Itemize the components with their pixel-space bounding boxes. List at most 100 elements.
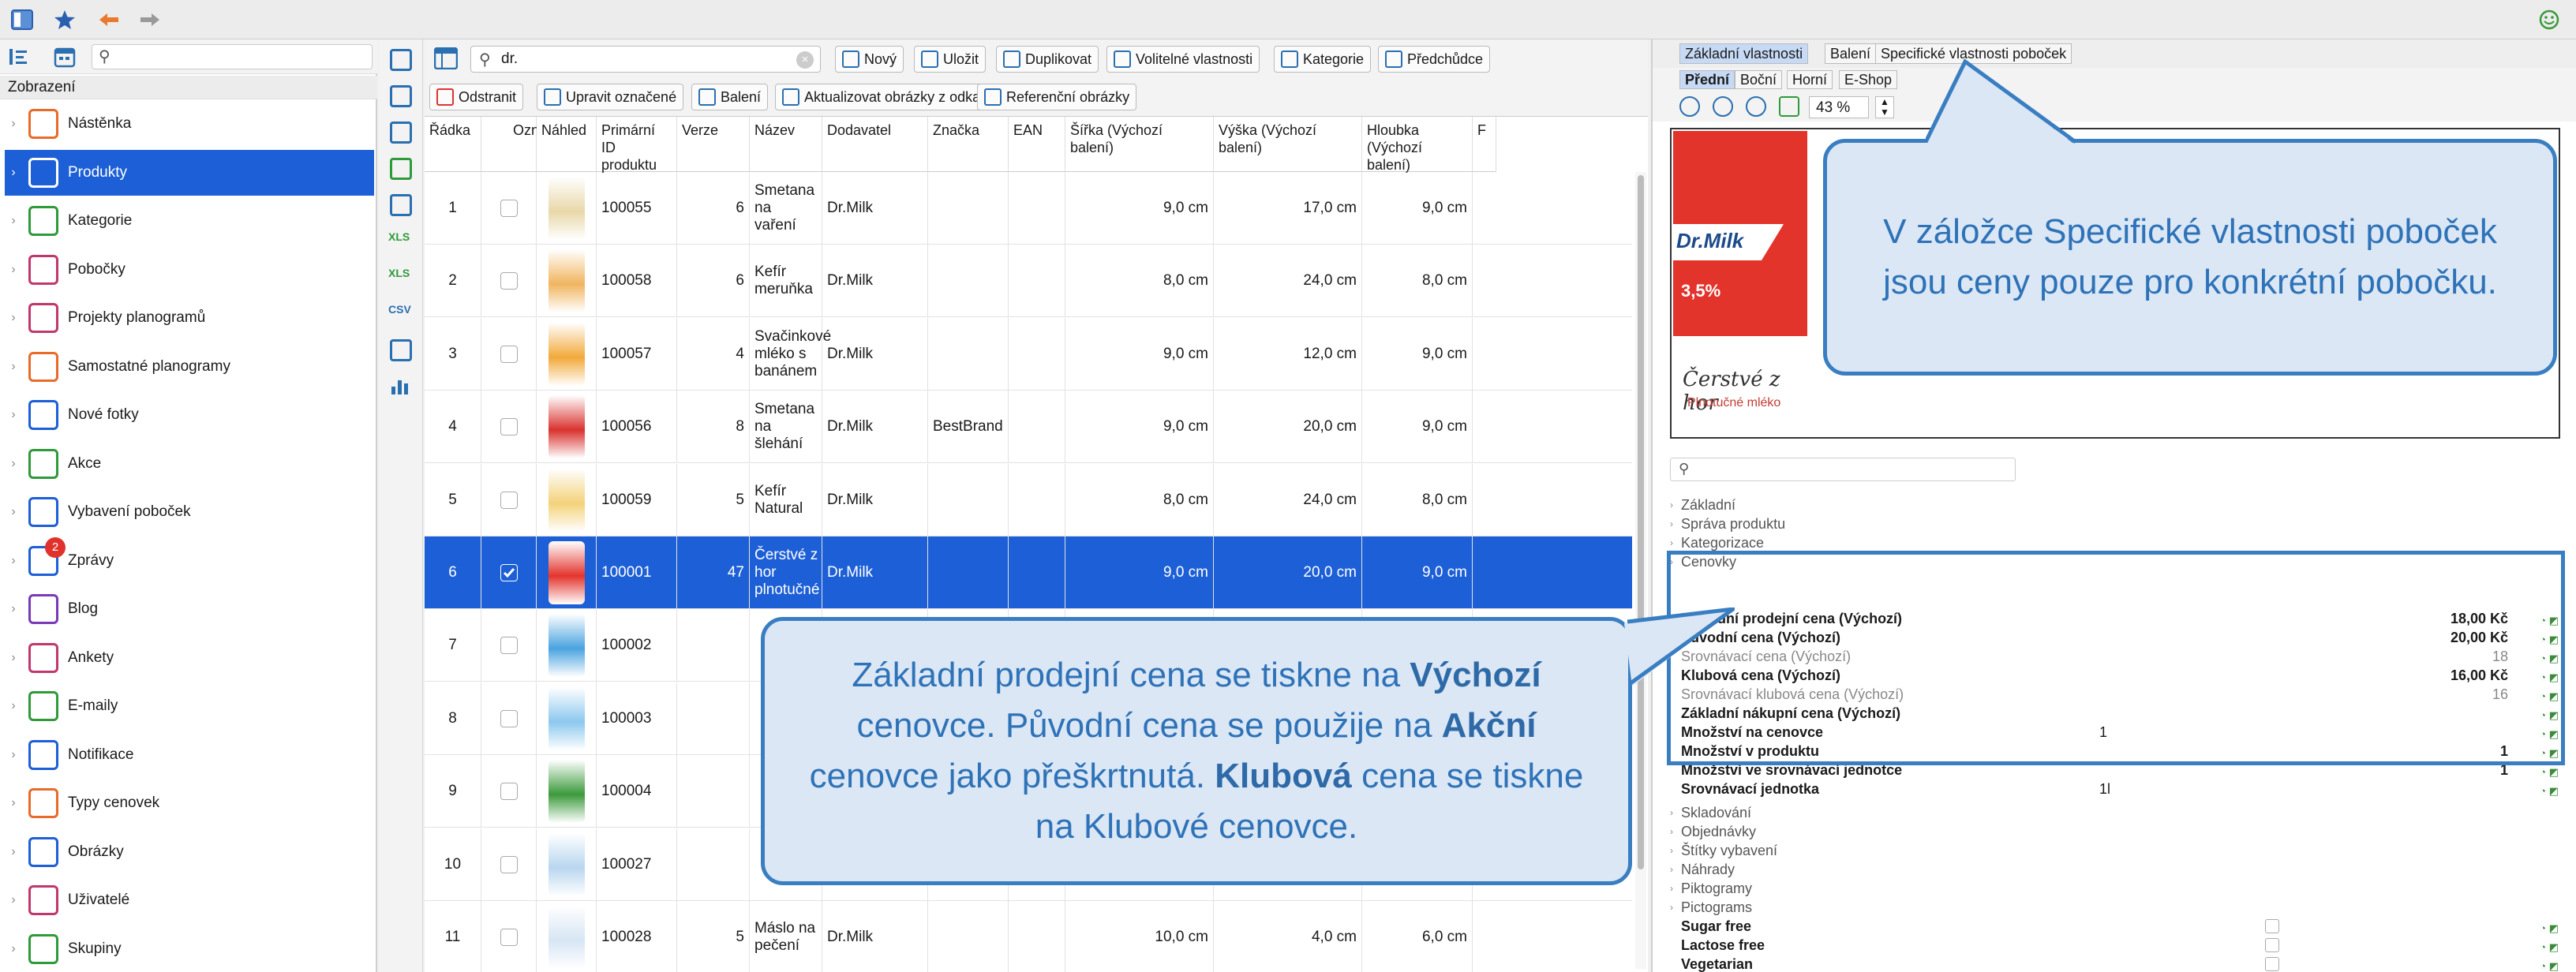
expand-arrow-icon[interactable]: › <box>5 699 22 713</box>
row-checkbox[interactable] <box>500 929 518 946</box>
pictogram-row[interactable]: Vegetarian ◔ ◩ <box>1681 955 2565 972</box>
sidebar-item-17[interactable]: › Uživatelé <box>5 877 374 923</box>
sidebar-item-8[interactable]: › Akce <box>5 441 374 487</box>
expand-arrow-icon[interactable]: › <box>5 942 22 956</box>
column-header[interactable]: F <box>1473 117 1496 172</box>
tab-packaging[interactable]: Balení <box>1825 43 1877 64</box>
pictogram-checkbox[interactable] <box>2265 957 2279 971</box>
sidebar-item-16[interactable]: › Obrázky <box>5 829 374 875</box>
view-options-icon[interactable] <box>433 47 459 73</box>
pictogram-row[interactable]: Lactose free ◔ ◩ <box>1681 936 2565 955</box>
favorite-star-icon[interactable] <box>49 5 80 35</box>
property-search-input[interactable]: ⚲ <box>1670 458 2016 481</box>
zoom-level-field[interactable]: 43 % <box>1809 96 1869 118</box>
new-button[interactable]: Nový <box>835 46 904 73</box>
sidebar-item-3[interactable]: › Kategorie <box>5 198 374 244</box>
expand-arrow-icon[interactable]: › <box>5 166 22 180</box>
column-header[interactable]: Řádka <box>425 117 481 172</box>
category-button[interactable]: Kategorie <box>1274 46 1372 73</box>
expand-arrow-icon[interactable]: › <box>5 748 22 762</box>
expand-arrow-icon[interactable]: › <box>5 360 22 374</box>
zoom-out-icon[interactable] <box>1713 96 1733 117</box>
property-group[interactable]: Objednávky › <box>1670 822 2565 841</box>
inherit-override-icon[interactable]: ◔ ◩ <box>2518 782 2559 797</box>
import-icon[interactable] <box>390 339 412 361</box>
row-checkbox[interactable] <box>500 491 518 509</box>
sidebar-item-18[interactable]: › Skupiny <box>5 926 374 972</box>
tab-side[interactable]: Boční <box>1735 70 1783 89</box>
property-group[interactable]: Štítky vybavení › <box>1670 841 2565 860</box>
sidebar-item-13[interactable]: › E-maily <box>5 683 374 729</box>
expand-arrow-icon[interactable]: › <box>5 214 22 228</box>
table-row[interactable]: 11 100028 5 Máslo na pečení Dr.Milk 10,0 cm 4,… <box>425 901 1632 972</box>
expand-arrow-icon[interactable]: › <box>5 408 22 422</box>
table-row[interactable]: 3 100057 4 Svačinkové mléko s banánem Dr.Mil… <box>425 317 1632 391</box>
row-checkbox[interactable] <box>500 709 518 727</box>
column-header[interactable]: Značka <box>928 117 1009 172</box>
sidebar-item-15[interactable]: › Typy cenovek <box>5 780 374 826</box>
expand-arrow-icon[interactable]: › <box>5 457 22 471</box>
tab-top[interactable]: Horní <box>1787 70 1833 89</box>
row-checkbox[interactable] <box>500 200 518 217</box>
property-group[interactable]: Skladování › <box>1670 803 2565 822</box>
sidebar-item-10[interactable]: › 2 Zprávy <box>5 536 374 584</box>
expand-arrow-icon[interactable]: › <box>1670 841 1673 860</box>
table-row[interactable]: 1 100055 6 Smetana na vaření Dr.Milk 9,0 cm 17… <box>425 172 1632 245</box>
expand-arrow-icon[interactable]: › <box>5 554 22 568</box>
predecessor-button[interactable]: Předchůdce <box>1378 46 1491 73</box>
pictogram-row[interactable]: Sugar free ◔ ◩ <box>1681 917 2565 936</box>
expand-arrow-icon[interactable]: › <box>1670 860 1673 879</box>
tab-basic-properties[interactable]: Základní vlastnosti <box>1679 43 1809 64</box>
sidebar-item-7[interactable]: › Nové fotky <box>5 392 374 438</box>
column-header[interactable]: Označené <box>481 117 578 172</box>
expand-arrow-icon[interactable]: › <box>5 602 22 616</box>
update-images-button[interactable]: Aktualizovat obrázky z odkazů <box>775 84 1003 110</box>
sidebar-item-4[interactable]: › Pobočky <box>5 247 374 293</box>
duplicate-button[interactable]: Duplikovat <box>996 46 1099 73</box>
expand-arrow-icon[interactable]: › <box>5 263 22 277</box>
table-row[interactable]: 5 100059 5 Kefír Natural Dr.Milk 8,0 cm 24,0 c… <box>425 463 1632 536</box>
reference-images-button[interactable]: Referenční obrázky <box>977 84 1137 110</box>
forward-arrow-icon[interactable] <box>134 5 166 35</box>
expand-arrow-icon[interactable]: › <box>5 311 22 325</box>
property-group[interactable]: Kategorizace › <box>1670 533 2565 552</box>
expand-arrow-icon[interactable]: › <box>5 893 22 907</box>
column-header[interactable]: Hloubka (Výchozí balení) <box>1362 117 1473 173</box>
column-header[interactable]: Náhled <box>537 117 597 172</box>
select-all-icon[interactable] <box>390 49 412 71</box>
table-row[interactable]: 2 100058 6 Kefír meruňka Dr.Milk 8,0 cm 24,0 c… <box>425 245 1632 318</box>
tree-collapse-icon[interactable] <box>9 47 32 66</box>
property-group[interactable]: Pictograms › <box>1670 898 2565 917</box>
expand-arrow-icon[interactable]: › <box>1670 514 1673 533</box>
sidebar-item-9[interactable]: › Vybavení poboček <box>5 489 374 535</box>
property-group[interactable]: Náhrady › <box>1670 860 2565 879</box>
property-value[interactable]: 1l <box>2099 779 2110 798</box>
sidebar-toggle-icon[interactable] <box>6 5 38 35</box>
table-vertical-scrollbar[interactable] <box>1635 172 1646 969</box>
expand-arrow-icon[interactable]: › <box>1670 533 1673 552</box>
column-header[interactable]: Primární ID produktu <box>597 117 677 173</box>
column-header[interactable]: Dodavatel <box>822 117 928 172</box>
delete-button[interactable]: Odstranit <box>429 84 524 110</box>
row-checkbox[interactable] <box>500 345 518 363</box>
product-search-input[interactable]: ⚲ dr. × <box>470 46 821 73</box>
expand-arrow-icon[interactable]: › <box>5 796 22 810</box>
expand-arrow-icon[interactable]: › <box>1670 803 1673 822</box>
clear-search-icon[interactable]: × <box>796 51 814 69</box>
save-button[interactable]: Uložit <box>914 46 987 73</box>
sidebar-item-11[interactable]: › Blog <box>5 586 374 632</box>
row-checkbox[interactable] <box>500 564 518 581</box>
scrollbar-thumb[interactable] <box>1638 175 1644 869</box>
expand-arrow-icon[interactable]: › <box>5 117 22 131</box>
sidebar-item-1[interactable]: › Nástěnka <box>5 101 374 147</box>
column-header[interactable]: Šířka (Výchozí balení) <box>1065 117 1214 172</box>
select-check-icon[interactable] <box>390 85 412 107</box>
column-header[interactable]: EAN <box>1009 117 1065 172</box>
expand-arrow-icon[interactable]: › <box>5 845 22 859</box>
expand-arrow-icon[interactable]: › <box>1670 495 1673 514</box>
column-header[interactable]: Název <box>750 117 822 172</box>
inherit-override-icon[interactable]: ◔ ◩ <box>2518 957 2559 972</box>
filter-icon[interactable] <box>390 158 412 180</box>
sidebar-item-2[interactable]: › Produkty <box>5 149 374 196</box>
zoom-in-icon[interactable] <box>1679 96 1700 117</box>
